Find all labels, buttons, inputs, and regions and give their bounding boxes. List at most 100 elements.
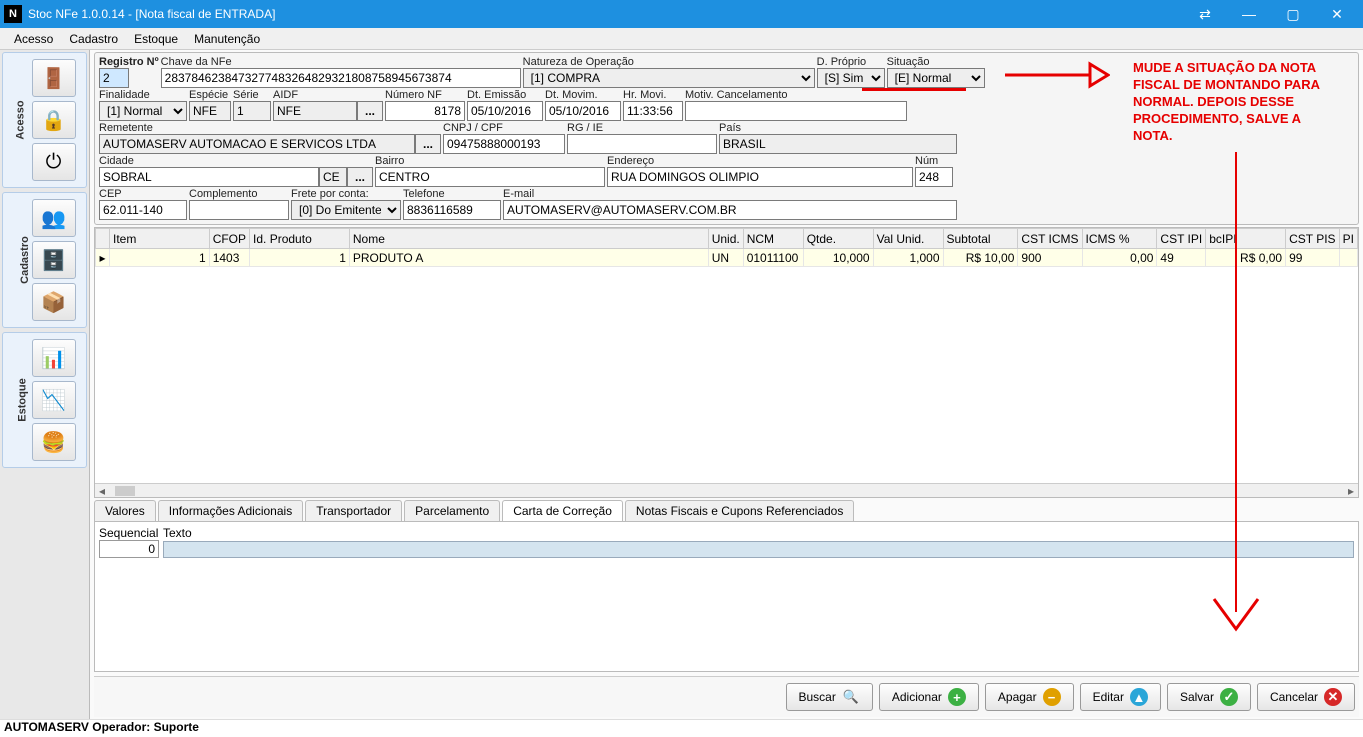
select-finalidade[interactable]: [1] Normal [99,101,187,121]
adicionar-button[interactable]: Adicionar+ [879,683,979,711]
cell-unid: UN [708,249,743,267]
col-valunid[interactable]: Val Unid. [873,229,943,249]
sidebar-btn-db[interactable]: 🗄️ [32,241,76,279]
cell-qtde: 10,000 [803,249,873,267]
input-uf[interactable] [319,167,347,187]
input-pais[interactable] [719,134,957,154]
menu-estoque[interactable]: Estoque [126,30,186,48]
tab-valores[interactable]: Valores [94,500,156,521]
input-sequencial[interactable] [99,540,159,558]
sidebar-btn-lock[interactable]: 🔒 [32,101,76,139]
grid-h-scrollbar[interactable]: ◂▸ [95,483,1358,497]
input-chave[interactable] [161,68,521,88]
col-qtde[interactable]: Qtde. [803,229,873,249]
minimize-icon[interactable]: — [1227,0,1271,28]
select-frete[interactable]: [0] Do Emitente [291,200,401,220]
col-idprod[interactable]: Id. Produto [250,229,350,249]
cell-cstpis: 99 [1286,249,1340,267]
lbl-frete: Frete por conta: [291,188,401,200]
lbl-registro: Registro Nº [99,56,159,68]
window-title: Stoc NFe 1.0.0.14 - [Nota fiscal de ENTR… [28,7,1183,21]
input-cnpj[interactable] [443,134,565,154]
input-serie[interactable] [233,101,271,121]
col-unid[interactable]: Unid. [708,229,743,249]
col-cfop[interactable]: CFOP [209,229,249,249]
lbl-chave: Chave da NFe [161,56,521,68]
sidebar-btn-chart-del[interactable]: 📉 [32,381,76,419]
cell-idprod: 1 [250,249,350,267]
input-numero[interactable] [385,101,465,121]
lbl-email: E-mail [503,188,957,200]
menu-acesso[interactable]: Acesso [6,30,61,48]
maximize-icon[interactable]: ▢ [1271,0,1315,28]
select-situacao[interactable]: [E] Normal [887,68,985,88]
close-icon[interactable]: ✕ [1315,0,1359,28]
sidebar-btn-burger[interactable]: 🍔 [32,423,76,461]
col-bcipi[interactable]: bcIPI [1206,229,1286,249]
input-hrmovi[interactable] [623,101,683,121]
input-bairro[interactable] [375,167,605,187]
annotation-underline [862,88,966,91]
input-dtemissao[interactable] [467,101,543,121]
input-remetente[interactable] [99,134,415,154]
input-email[interactable] [503,200,957,220]
cell-bcipi: R$ 0,00 [1206,249,1286,267]
col-pi[interactable]: PI [1339,229,1357,249]
sidebar-group-acesso: Acesso [15,100,27,139]
lbl-finalidade: Finalidade [99,89,187,101]
col-cstpis[interactable]: CST PIS [1286,229,1340,249]
annotation-text: MUDE A SITUAÇÃO DA NOTA FISCAL DE MONTAN… [1133,60,1343,144]
tab-carta[interactable]: Carta de Correção [502,500,623,521]
lbl-especie: Espécie [189,89,231,101]
input-endereco[interactable] [607,167,913,187]
tab-notas[interactable]: Notas Fiscais e Cupons Referenciados [625,500,854,521]
sidebar-btn-chart-add[interactable]: 📊 [32,339,76,377]
sidebar-btn-box[interactable]: 📦 [32,283,76,321]
btn-remetente-lookup[interactable]: ... [415,134,441,154]
btn-aidf-lookup[interactable]: ... [357,101,383,121]
input-num[interactable] [915,167,953,187]
col-item[interactable]: Item [109,229,209,249]
editar-button[interactable]: Editar▲ [1080,683,1161,711]
tab-info[interactable]: Informações Adicionais [158,500,303,521]
col-csticms[interactable]: CST ICMS [1018,229,1082,249]
grid-row[interactable]: ▸ 1 1403 1 PRODUTO A UN 01011100 10,000 … [96,249,1358,267]
sidebar-btn-users[interactable]: 👥 [32,199,76,237]
lbl-complemento: Complemento [189,188,289,200]
sidebar-btn-power[interactable]: ⏻ [32,143,76,181]
menu-cadastro[interactable]: Cadastro [61,30,126,48]
lbl-situacao: Situação [887,56,985,68]
input-complemento[interactable] [189,200,289,220]
btn-cidade-lookup[interactable]: ... [347,167,373,187]
input-registro[interactable] [99,68,129,88]
col-cstipi[interactable]: CST IPI [1157,229,1206,249]
salvar-button[interactable]: Salvar✓ [1167,683,1251,711]
buscar-button[interactable]: Buscar🔍 [786,683,873,711]
col-icmspct[interactable]: ICMS % [1082,229,1157,249]
input-cep[interactable] [99,200,187,220]
lbl-dtmovim: Dt. Movim. [545,89,621,101]
input-dtmovim[interactable] [545,101,621,121]
tab-parcel[interactable]: Parcelamento [404,500,500,521]
textarea-texto[interactable] [163,541,1354,558]
col-nome[interactable]: Nome [349,229,708,249]
input-rgie[interactable] [567,134,717,154]
input-aidf[interactable] [273,101,357,121]
input-especie[interactable] [189,101,231,121]
input-motivcancel[interactable] [685,101,907,121]
apagar-button[interactable]: Apagar− [985,683,1074,711]
select-dproprio[interactable]: [S] Sim [817,68,885,88]
row-indicator-icon: ▸ [96,249,110,267]
swap-icon[interactable]: ⇄ [1183,0,1227,28]
cancelar-button[interactable]: Cancelar✕ [1257,683,1355,711]
input-cidade[interactable] [99,167,319,187]
menu-manutencao[interactable]: Manutenção [186,30,268,48]
select-natureza[interactable]: [1] COMPRA [523,68,815,88]
col-subtotal[interactable]: Subtotal [943,229,1018,249]
cell-valunid: 1,000 [873,249,943,267]
col-ncm[interactable]: NCM [743,229,803,249]
lbl-aidf: AIDF [273,89,383,101]
sidebar-btn-door[interactable]: 🚪 [32,59,76,97]
input-telefone[interactable] [403,200,501,220]
tab-transp[interactable]: Transportador [305,500,402,521]
